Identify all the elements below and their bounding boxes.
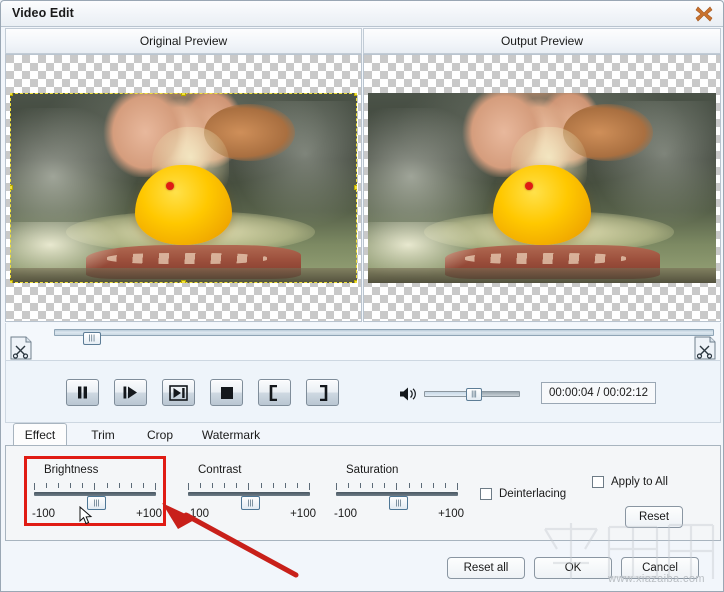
- deinterlacing-label: Deinterlacing: [499, 488, 567, 500]
- saturation-label: Saturation: [346, 464, 399, 476]
- timeline-slider[interactable]: |||: [54, 329, 714, 345]
- time-display: 00:00:04 / 00:02:12: [541, 382, 656, 404]
- reset-all-button[interactable]: Reset all: [447, 557, 525, 579]
- original-preview-pane[interactable]: [5, 54, 362, 322]
- brightness-label: Brightness: [44, 464, 99, 476]
- pause-button[interactable]: [66, 379, 99, 406]
- apply-to-all-box[interactable]: [592, 476, 604, 488]
- play-forward-button[interactable]: [114, 379, 147, 406]
- deinterlacing-checkbox[interactable]: Deinterlacing: [480, 488, 566, 500]
- mouse-cursor: [79, 505, 93, 526]
- volume-thumb[interactable]: |||: [466, 388, 482, 401]
- title-bar: Video Edit: [1, 1, 723, 27]
- contrast-slider-group: Contrast ||| -100 +100: [184, 464, 316, 522]
- reset-button[interactable]: Reset: [625, 506, 683, 528]
- time-display-text: 00:00:04 / 00:02:12: [548, 387, 649, 399]
- tab-watermark[interactable]: Watermark: [191, 423, 271, 446]
- scissors-start-icon[interactable]: [10, 336, 32, 360]
- video-scene: [10, 93, 357, 283]
- brightness-slider[interactable]: |||: [34, 492, 156, 510]
- mark-out-button[interactable]: [306, 379, 339, 406]
- tab-trim-label: Trim: [91, 427, 115, 442]
- brightness-min-label: -100: [32, 508, 56, 520]
- mark-in-button[interactable]: [258, 379, 291, 406]
- contrast-max-label: +100: [290, 508, 316, 520]
- apply-to-all-label: Apply to All: [611, 476, 668, 488]
- tab-crop-label: Crop: [146, 427, 173, 442]
- saturation-min-label: -100: [334, 508, 358, 520]
- cancel-button[interactable]: Cancel: [621, 557, 699, 579]
- window-title: Video Edit: [12, 6, 74, 20]
- ok-button[interactable]: OK: [534, 557, 612, 579]
- tab-effect-label: Effect: [24, 427, 56, 442]
- original-preview-label: Original Preview: [139, 34, 228, 48]
- video-edit-dialog: Video Edit Original Preview Output Previ…: [0, 0, 724, 592]
- timeline-thumb[interactable]: |||: [83, 332, 101, 345]
- output-preview-header: Output Preview: [363, 28, 721, 54]
- brightness-slider-group: Brightness ||| -100 +100: [30, 464, 162, 522]
- red-dot-marker-output: [524, 182, 533, 191]
- output-preview-pane[interactable]: [363, 54, 721, 322]
- video-scene-output: [368, 93, 716, 283]
- tab-crop[interactable]: Crop: [137, 423, 183, 446]
- saturation-slider[interactable]: |||: [336, 492, 458, 510]
- contrast-label: Contrast: [198, 464, 242, 476]
- original-preview-header: Original Preview: [5, 28, 362, 54]
- saturation-slider-group: Saturation ||| -100 +100: [332, 464, 464, 522]
- close-icon[interactable]: [693, 4, 715, 24]
- timeline-bar: |||: [5, 323, 721, 361]
- brightness-max-label: +100: [136, 508, 162, 520]
- next-frame-button[interactable]: [162, 379, 195, 406]
- original-video-frame: [10, 93, 357, 283]
- apply-to-all-checkbox[interactable]: Apply to All: [592, 476, 668, 488]
- tab-watermark-label: Watermark: [201, 427, 261, 442]
- tab-effect[interactable]: Effect: [13, 423, 67, 446]
- output-preview-label: Output Preview: [500, 34, 584, 48]
- scissors-end-icon[interactable]: [694, 336, 716, 360]
- deinterlacing-box[interactable]: [480, 488, 492, 500]
- contrast-slider[interactable]: |||: [188, 492, 310, 510]
- output-video-frame: [368, 93, 716, 283]
- contrast-min-label: -100: [186, 508, 210, 520]
- volume-slider[interactable]: |||: [424, 388, 520, 401]
- effect-panel: Brightness ||| -100 +100 Contrast ||| -1…: [5, 445, 721, 541]
- stop-button[interactable]: [210, 379, 243, 406]
- tab-trim[interactable]: Trim: [81, 423, 125, 446]
- transport-bar: ||| 00:00:04 / 00:02:12: [5, 361, 721, 423]
- saturation-max-label: +100: [438, 508, 464, 520]
- tab-strip: Effect Trim Crop Watermark: [5, 423, 721, 446]
- speaker-icon[interactable]: [399, 386, 419, 402]
